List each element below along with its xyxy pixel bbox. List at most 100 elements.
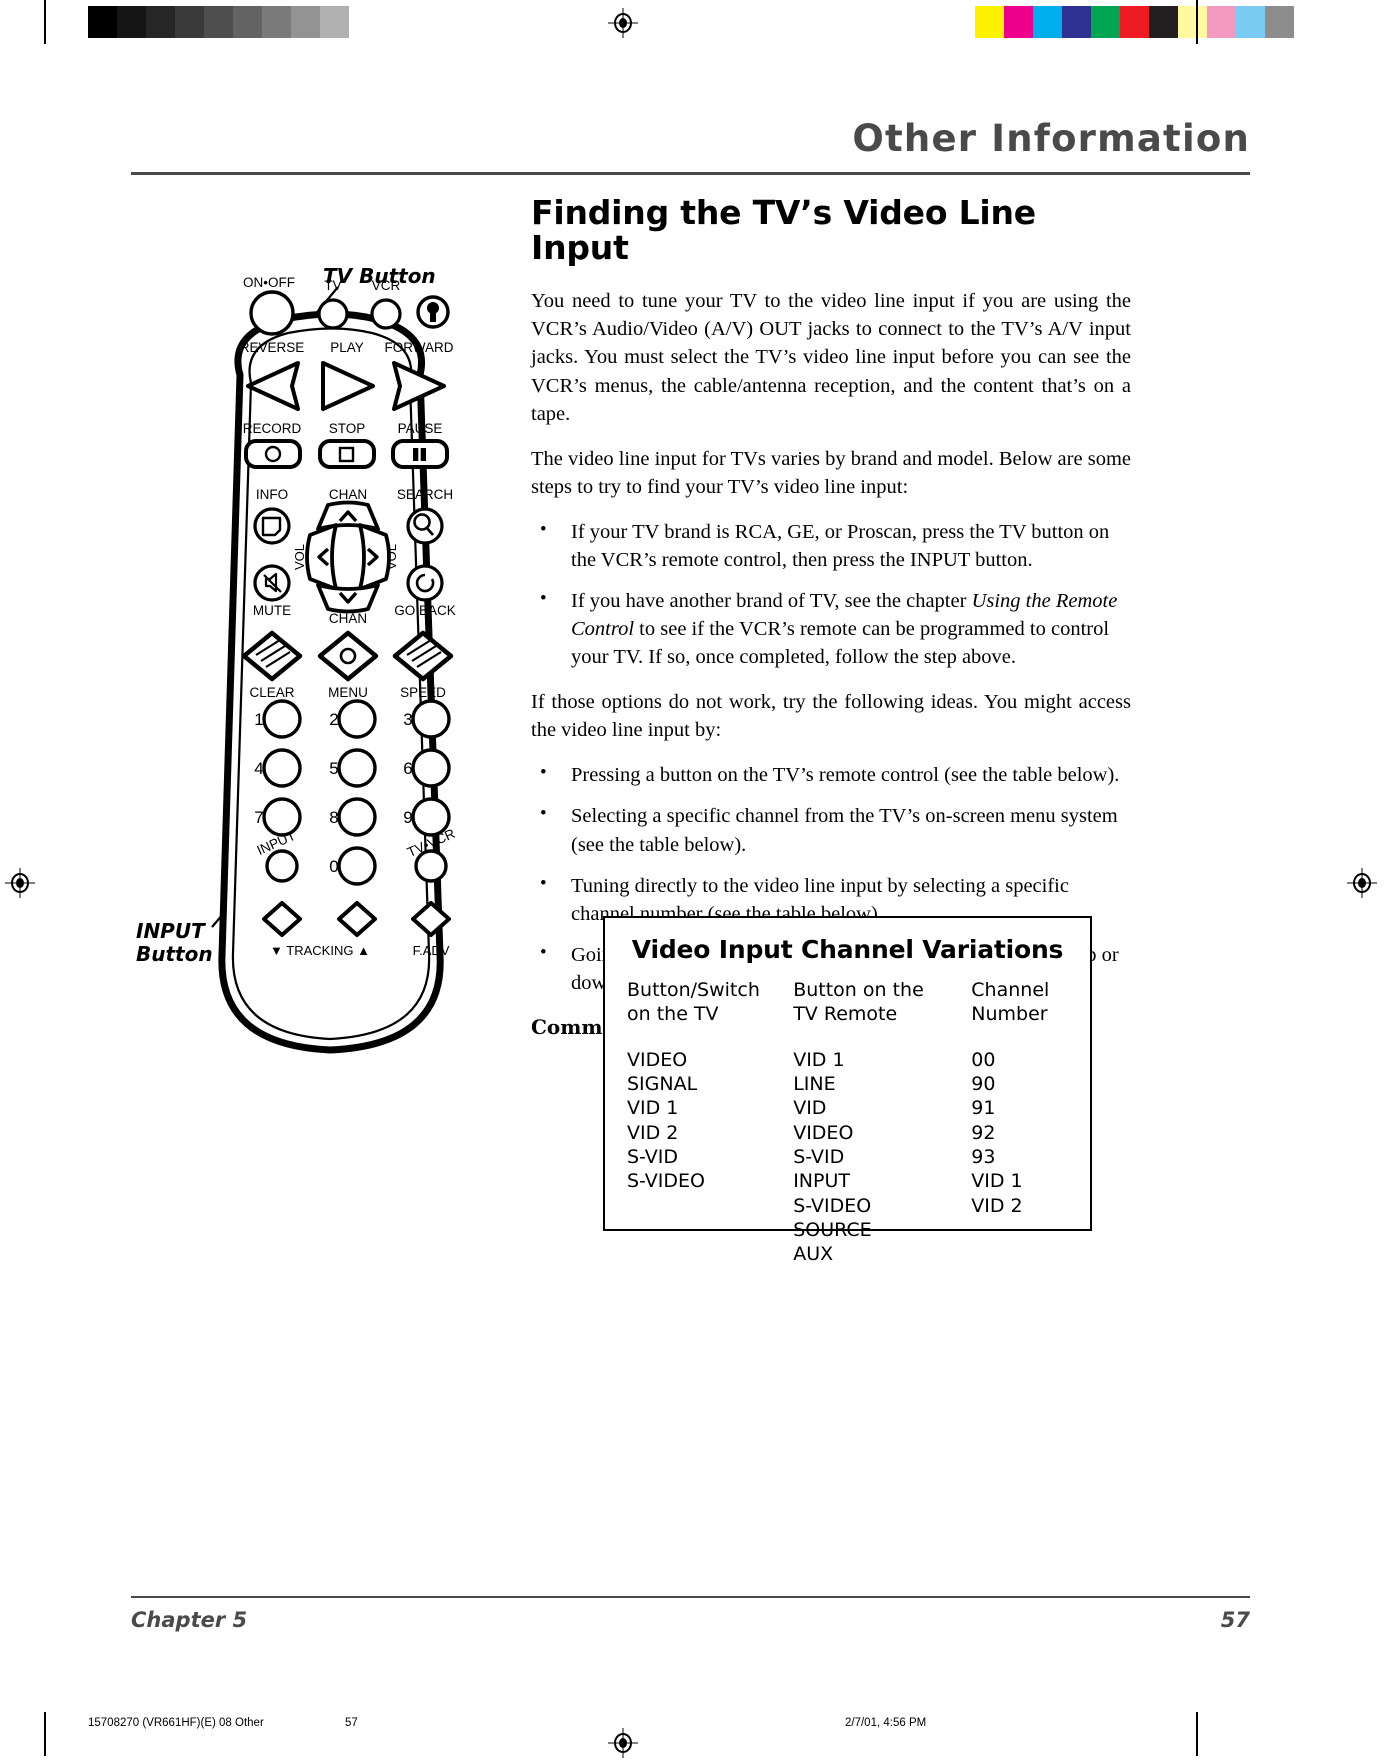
table-header-col1-line1: Button/Switch <box>627 979 760 1001</box>
cell-remote-button: AUX <box>793 1243 834 1266</box>
table-row: AUX <box>627 1242 1090 1266</box>
footer-divider <box>131 1596 1250 1598</box>
page-header: Other Information <box>130 120 1250 157</box>
table-header-col1-line2: on the TV <box>627 1003 719 1026</box>
remote-label-go-back: GO BACK <box>394 603 456 618</box>
bullet-list-1: If your TV brand is RCA, GE, or Proscan,… <box>531 517 1131 671</box>
button-tv <box>317 298 349 330</box>
remote-label-reverse: REVERSE <box>240 340 305 355</box>
remote-label-vol-right: VOL <box>384 544 399 570</box>
cell-remote-button: VIDEO <box>793 1121 854 1144</box>
remote-label-forward: FORWARD <box>385 340 454 355</box>
table-header-col2-line1: Button on the <box>793 979 924 1001</box>
list-item: Pressing a button on the TV’s remote con… <box>531 760 1131 789</box>
cell-button-switch: VID 2 <box>627 1121 679 1144</box>
remote-label-play: PLAY <box>330 340 364 355</box>
stop-icon <box>338 446 355 463</box>
cell-remote-button: S-VIDEO <box>793 1194 872 1217</box>
button-input <box>265 849 299 883</box>
table-header-row: Button/Switch on the TV Button on the TV… <box>627 978 1090 1027</box>
cell-button-switch: SIGNAL <box>627 1072 698 1095</box>
remote-label-pause: PAUSE <box>398 421 443 436</box>
button-digit-4 <box>262 748 302 788</box>
cell-channel-number: VID 2 <box>971 1194 1023 1217</box>
video-input-table: Video Input Channel Variations Button/Sw… <box>603 916 1092 1265</box>
remote-label-record: RECORD <box>243 421 302 436</box>
remote-label-stop: STOP <box>329 421 366 436</box>
cell-remote-button: SOURCE <box>793 1218 872 1241</box>
table-row: S-VID S-VID 93 <box>627 1145 1090 1169</box>
table-rows-container: VIDEO VID 1 00 SIGNAL LINE 90 VID 1 VID 91 VID 2V… <box>627 1048 1090 1267</box>
button-digit-3 <box>411 699 451 739</box>
button-vcr <box>370 298 402 330</box>
cell-button-switch <box>627 1242 793 1266</box>
paragraph-2: The video line input for TVs varies by b… <box>531 447 1131 498</box>
button-tv-vcr <box>414 849 448 883</box>
page-title: Other Information <box>852 117 1250 160</box>
cell-channel-number <box>971 1242 1090 1266</box>
list-item: If you have another brand of TV, see the… <box>531 586 1131 671</box>
remote-label-tracking: ▼ TRACKING ▲ <box>270 943 370 958</box>
button-digit-6 <box>411 748 451 788</box>
remote-label-speed: SPEED <box>400 685 446 700</box>
cell-channel-number: 93 <box>971 1145 996 1168</box>
button-channel-down <box>316 583 380 614</box>
button-digit-7 <box>262 797 302 837</box>
main-content: Finding the TV’s Video Line Input You ne… <box>531 193 1131 1039</box>
list-item: Selecting a specific channel from the TV… <box>531 801 1131 858</box>
header-divider <box>131 172 1250 175</box>
table-header-col2: Button on the TV Remote <box>793 978 971 1027</box>
bullet2-post: to see if the VCR’s remote can be progra… <box>571 618 1110 669</box>
print-page-number: 57 <box>345 1717 358 1729</box>
cell-channel-number: 90 <box>971 1072 996 1095</box>
cell-channel-number <box>971 1218 1090 1242</box>
bullet2-pre: If you have another brand of TV, see the… <box>571 589 972 612</box>
table-row: S-VIDEO INPUT VID 1 <box>627 1169 1090 1193</box>
remote-label-info: INFO <box>256 487 288 502</box>
table-header-col3: Channel Number <box>971 978 1090 1027</box>
cell-remote-button: INPUT <box>793 1170 850 1193</box>
page-footer: Chapter 5 57 <box>131 1608 1250 1632</box>
remote-label-menu: MENU <box>328 685 368 700</box>
list-item: If your TV brand is RCA, GE, or Proscan,… <box>531 517 1131 574</box>
remote-label-mute: MUTE <box>253 603 291 618</box>
cell-remote-button: VID 1 <box>793 1048 845 1071</box>
cell-remote-button: LINE <box>793 1072 836 1095</box>
table-header-col1: Button/Switch on the TV <box>627 978 793 1027</box>
remote-label-tv: TV <box>324 278 341 293</box>
button-digit-0 <box>337 846 377 886</box>
remote-label-vol-left: VOL <box>292 544 307 570</box>
button-digit-5 <box>337 748 377 788</box>
remote-label-clear: CLEAR <box>249 685 294 700</box>
remote-label-chan-down: CHAN <box>329 611 367 626</box>
cell-button-switch: S-VID <box>627 1145 679 1168</box>
button-digit-8 <box>337 797 377 837</box>
table-header-col2-line2: TV Remote <box>793 1003 898 1026</box>
table-header-col3-line1: Channel <box>971 979 1050 1001</box>
footer-page-number: 57 <box>1220 1608 1250 1632</box>
section-title: Finding the TV’s Video Line Input <box>531 193 1036 267</box>
table-row: VID 2 VIDEO 92 <box>627 1121 1090 1145</box>
paragraph-3: If those options do not work, try the fo… <box>531 691 1131 742</box>
record-icon <box>264 445 282 463</box>
table-row: VIDEO VID 1 00 <box>627 1048 1090 1072</box>
remote-control-illustration: TV Button INPUT Button ON•OFF TV VCR REV… <box>120 255 520 1075</box>
cell-button-switch <box>627 1194 793 1218</box>
cell-remote-button: S-VID <box>793 1145 845 1168</box>
table-title: Video Input Channel Variations <box>631 935 1064 964</box>
ir-indicator-stem <box>430 310 436 322</box>
button-digit-1 <box>262 699 302 739</box>
cell-button-switch <box>627 1218 793 1242</box>
table-body: Button/Switch on the TV Button on the TV… <box>605 978 1090 1266</box>
remote-row-menu: CLEAR MENU SPEED <box>241 630 454 700</box>
info-icon <box>261 516 282 537</box>
button-digit-2 <box>337 699 377 739</box>
cell-button-switch: VIDEO <box>627 1048 688 1071</box>
button-on-off <box>249 290 295 336</box>
table-row: SIGNAL LINE 90 <box>627 1072 1090 1096</box>
menu-icon <box>339 647 357 665</box>
remote-label-f-adv: F.ADV <box>413 943 450 958</box>
remote-label-search: SEARCH <box>397 487 453 502</box>
print-filename: 15708270 (VR661HF)(E) 08 Other <box>88 1717 264 1729</box>
button-channel-up <box>316 500 380 531</box>
